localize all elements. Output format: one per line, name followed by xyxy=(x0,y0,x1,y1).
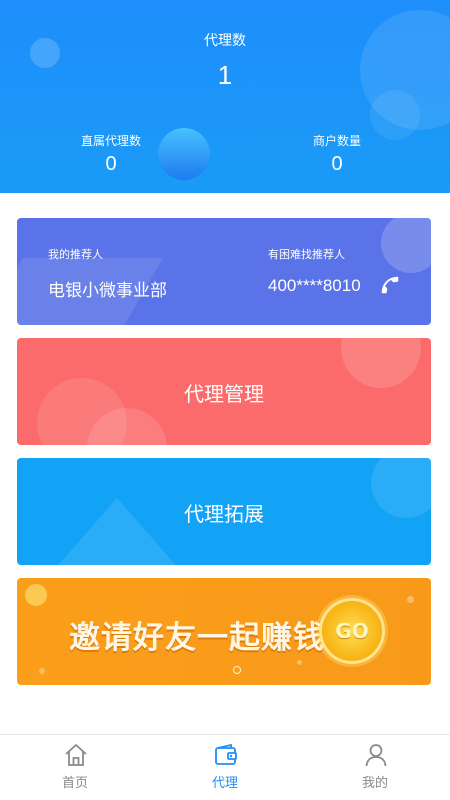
help-referrer-label: 有困难找推荐人 xyxy=(268,249,345,261)
agent-management-label: 代理管理 xyxy=(184,384,264,406)
direct-agents-label: 直属代理数 xyxy=(80,134,141,148)
merchants-label: 商户数量 xyxy=(312,134,361,148)
my-referrer-label: 我的推荐人 xyxy=(48,249,103,261)
nav-label-agent: 代理 xyxy=(211,775,238,790)
nav-item-home[interactable]: 首页 xyxy=(0,735,150,800)
direct-agents-stat[interactable]: 直属代理数 0 xyxy=(51,132,171,176)
wallet-icon xyxy=(215,743,237,765)
card-decoration xyxy=(381,218,431,273)
agent-expansion-button[interactable]: 代理拓展 xyxy=(17,458,431,565)
agent-count-value: 1 xyxy=(217,60,233,90)
banner-decoration xyxy=(407,596,414,603)
banner-decoration xyxy=(39,668,45,674)
stats-header: 代理数 1 直属代理数 0 商户数量 0 xyxy=(0,0,450,193)
banner-decoration xyxy=(297,660,302,665)
agent-count-label: 代理数 xyxy=(204,32,246,48)
user-icon xyxy=(365,744,387,767)
bottom-navigation: 首页 代理 我的 xyxy=(0,734,450,800)
banner-decoration xyxy=(25,584,47,606)
go-button[interactable]: GO xyxy=(319,598,385,664)
nav-item-agent[interactable]: 代理 xyxy=(150,735,300,800)
direct-agents-value: 0 xyxy=(105,153,117,175)
invite-banner[interactable]: 邀请好友一起赚钱 GO xyxy=(17,578,431,685)
agent-expansion-label: 代理拓展 xyxy=(184,504,264,526)
referrer-phone[interactable]: 400****8010 xyxy=(268,276,361,296)
agent-management-button[interactable]: 代理管理 xyxy=(17,338,431,445)
nav-item-mine[interactable]: 我的 xyxy=(300,735,450,800)
nav-label-mine: 我的 xyxy=(361,775,388,790)
merchants-stat[interactable]: 商户数量 0 xyxy=(277,132,397,176)
merchants-value: 0 xyxy=(331,153,343,175)
referrer-card: 我的推荐人 电银小微事业部 有困难找推荐人 400****8010 xyxy=(17,218,431,325)
nav-label-home: 首页 xyxy=(61,775,88,790)
carousel-indicator[interactable] xyxy=(233,666,241,674)
invite-banner-text: 邀请好友一起赚钱 xyxy=(69,620,325,656)
home-icon xyxy=(65,744,87,766)
phone-icon[interactable] xyxy=(379,274,401,296)
my-referrer-name: 电银小微事业部 xyxy=(48,281,167,300)
go-label: GO xyxy=(335,619,369,643)
